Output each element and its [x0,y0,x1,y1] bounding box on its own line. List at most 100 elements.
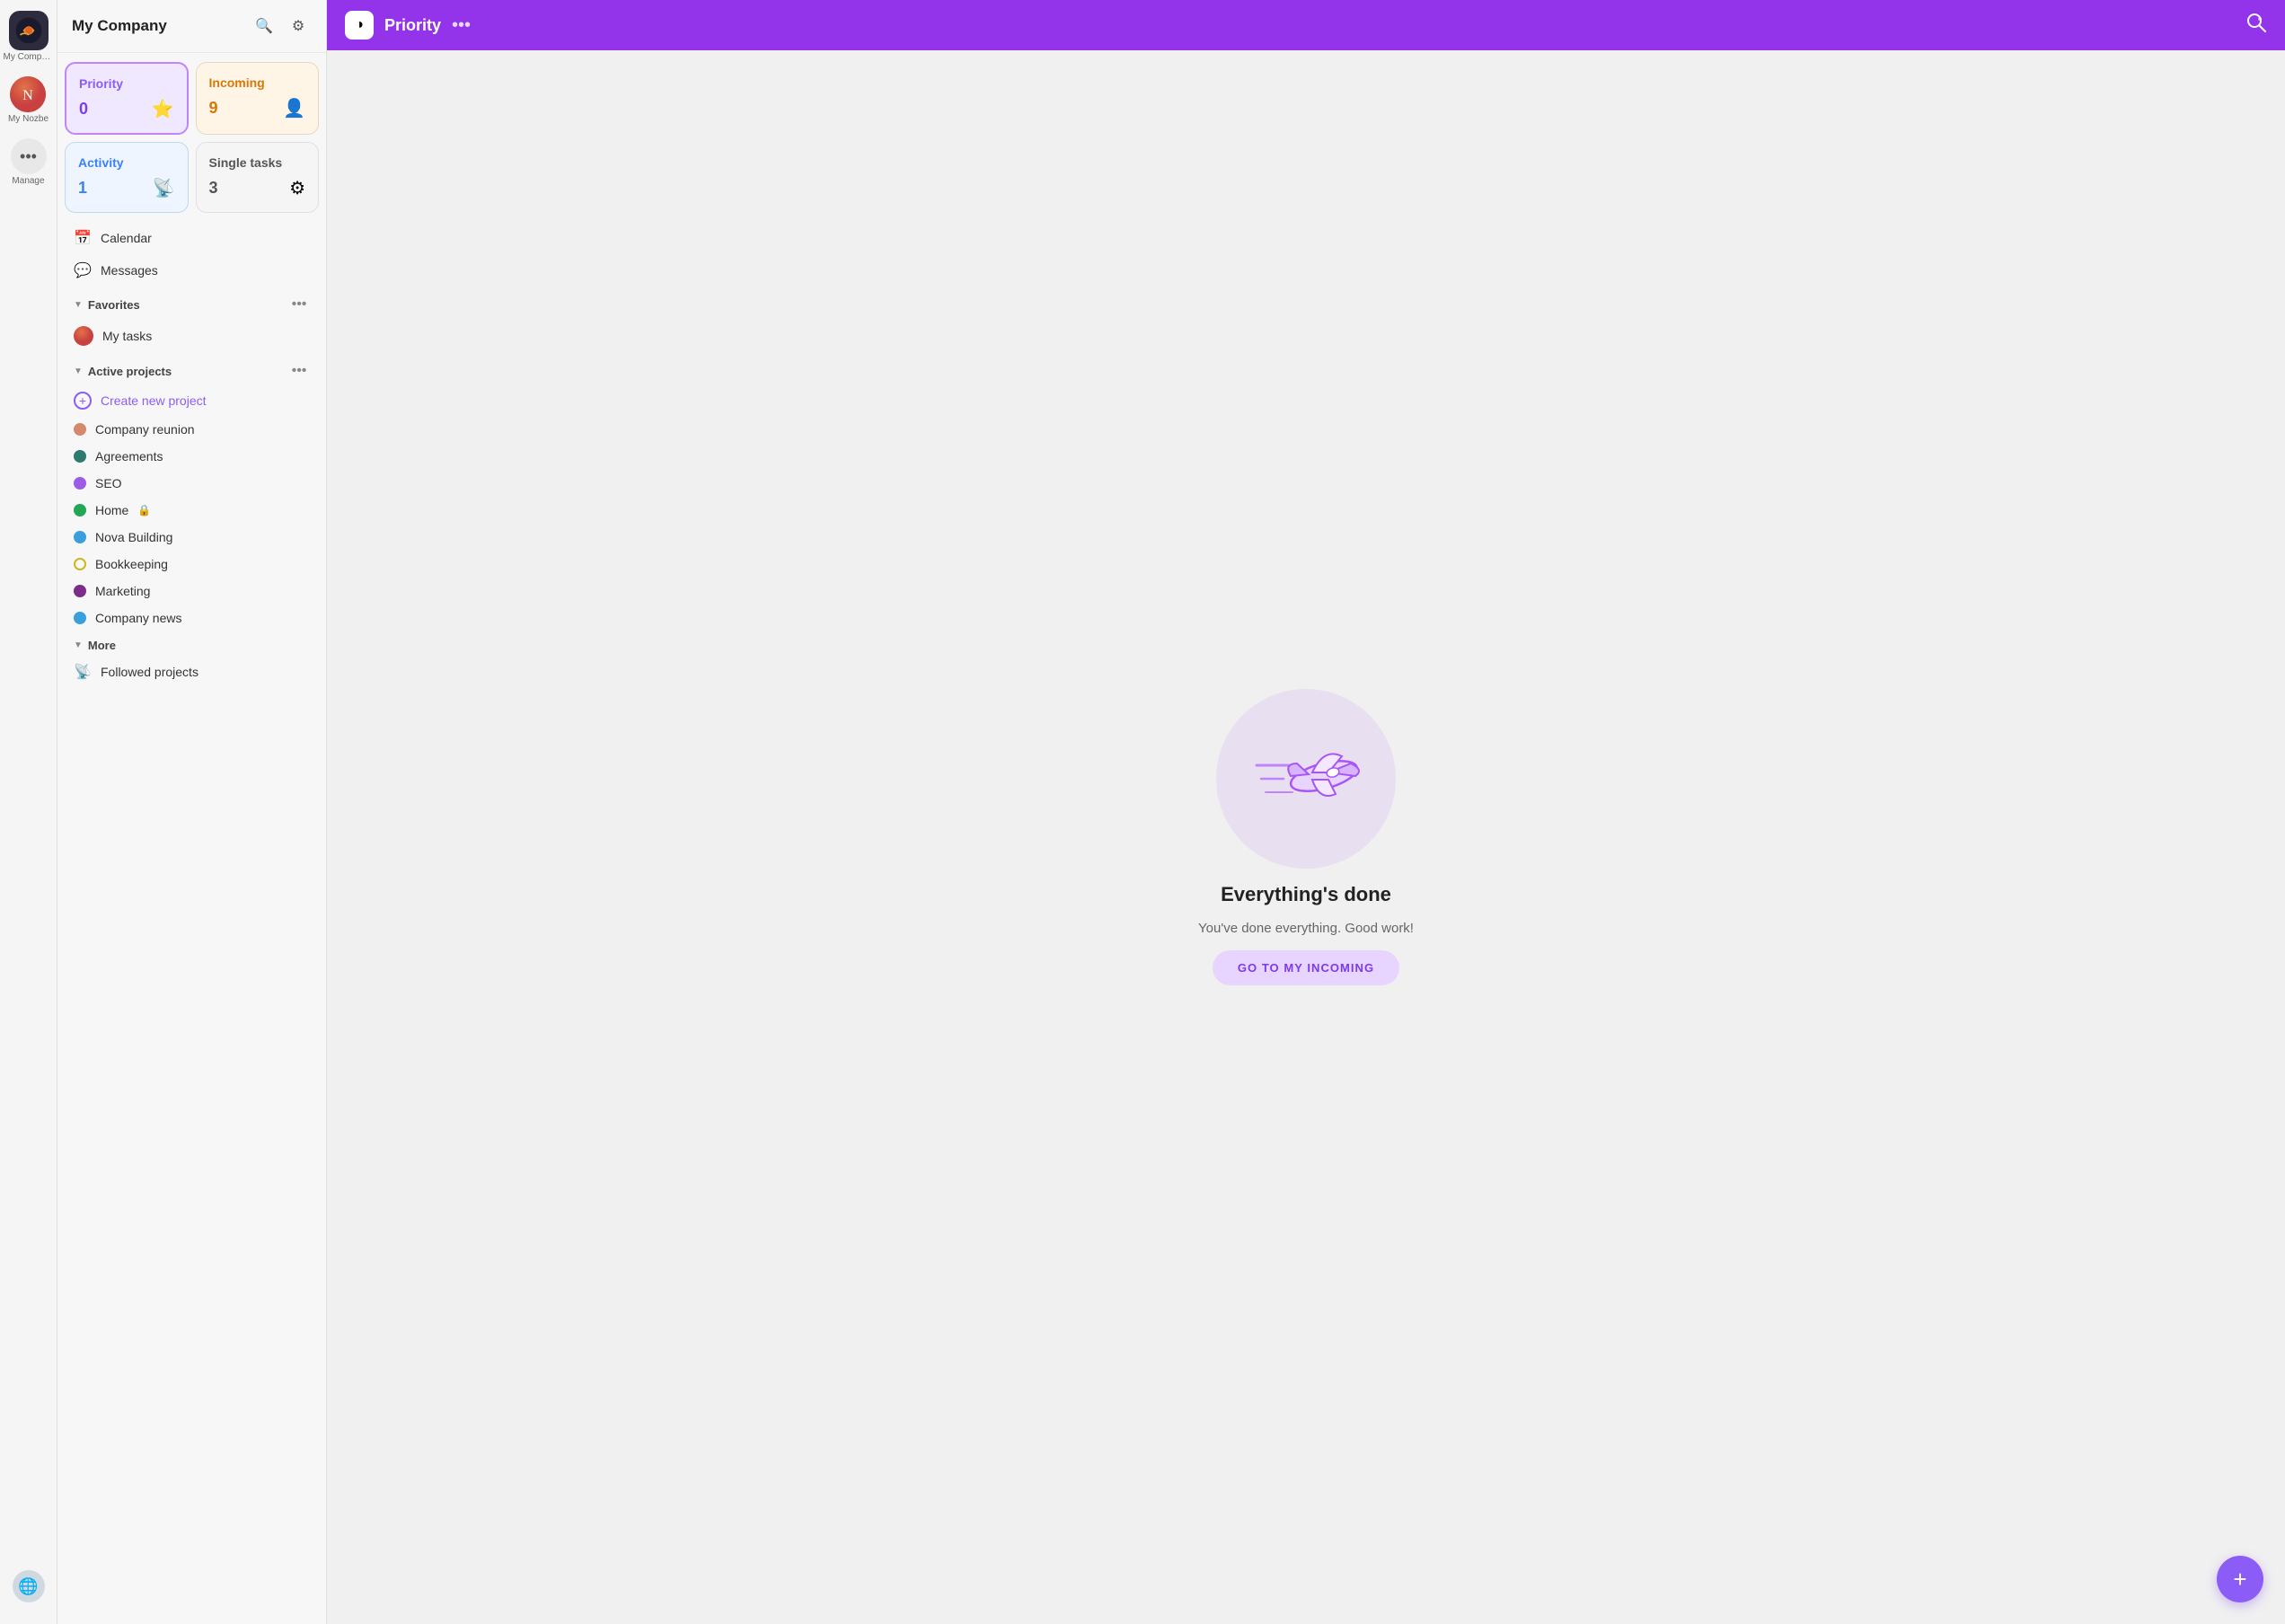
project-home[interactable]: Home 🔒 [65,497,319,524]
rail-manage-item[interactable]: ••• Manage [11,138,47,186]
active-projects-chevron: ▼ [74,366,83,376]
single-tasks-card-label: Single tasks [209,155,306,170]
home-lock-icon: 🔒 [137,504,151,516]
nozbe-label: My Nozbe [8,114,49,124]
app-logo-icon[interactable] [9,11,49,50]
messages-nav-item[interactable]: 💬 Messages [65,254,319,287]
incoming-card-count: 9 [209,99,218,118]
project-dot-bookkeeping [74,558,86,570]
activity-card-count: 1 [78,179,87,198]
project-label-agreements: Agreements [95,449,163,463]
my-tasks-label: My tasks [102,329,152,343]
settings-button[interactable]: ⚙ [285,13,312,40]
rail-app-item[interactable]: My Company [4,11,54,62]
followed-projects-icon: 📡 [74,663,92,681]
incoming-card-label: Incoming [209,75,306,90]
incoming-user-icon: 👤 [283,97,305,119]
plane-illustration [1216,689,1396,869]
favorites-chevron: ▼ [74,300,83,310]
create-new-project-item[interactable]: + Create new project [65,385,319,416]
search-button[interactable]: 🔍 [251,13,278,40]
project-dot-agreements [74,450,86,463]
project-label-nova-building: Nova Building [95,530,172,544]
sidebar-title: My Company [72,17,167,35]
calendar-label: Calendar [101,231,152,245]
my-tasks-nav-item[interactable]: My tasks [65,319,319,353]
create-new-project-label: Create new project [101,393,207,408]
favorites-more-button[interactable]: ••• [288,294,310,315]
favorites-label: Favorites [88,298,140,312]
project-dot-marketing [74,585,86,597]
icon-rail: My Company N My Nozbe ••• Manage 🌐 [0,0,57,1624]
project-dot-nova-building [74,531,86,543]
priority-card-count: 0 [79,100,88,119]
project-nova-building[interactable]: Nova Building [65,524,319,551]
priority-card-footer: 0 ⭐ [79,98,174,120]
single-tasks-card-count: 3 [209,179,218,198]
single-tasks-card[interactable]: Single tasks 3 ⚙ [196,142,320,213]
app-label: My Company [4,52,54,62]
more-chevron: ▼ [74,640,83,650]
active-projects-more-button[interactable]: ••• [288,360,310,382]
manage-icon[interactable]: ••• [11,138,47,174]
my-tasks-avatar [74,326,93,346]
sidebar-content: Priority 0 ⭐ Incoming 9 👤 Activity 1 📡 [57,53,326,1624]
project-marketing[interactable]: Marketing [65,578,319,605]
topbar-logo-icon: ◑ [355,17,364,33]
main-area: ◑ Priority ••• [327,0,2285,1624]
priority-star-icon: ⭐ [152,98,174,120]
empty-title: Everything's done [1221,883,1391,906]
project-dot-home [74,504,86,516]
project-company-news[interactable]: Company news [65,605,319,631]
topbar: ◑ Priority ••• [327,0,2285,50]
messages-icon: 💬 [74,261,92,279]
center-content: Everything's done You've done everything… [327,50,2285,1624]
empty-state: Everything's done You've done everything… [1198,689,1414,985]
activity-card[interactable]: Activity 1 📡 [65,142,189,213]
topbar-title: Priority [384,16,441,35]
followed-projects-nav-item[interactable]: 📡 Followed projects [65,656,319,688]
project-bookkeeping[interactable]: Bookkeeping [65,551,319,578]
rail-nozbe-item[interactable]: N My Nozbe [8,76,49,124]
fab-add-button[interactable]: + [2217,1556,2263,1602]
more-label: More [88,639,116,652]
project-label-home: Home [95,503,128,517]
project-label-seo: SEO [95,476,122,490]
add-project-icon: + [74,392,92,410]
calendar-icon: 📅 [74,229,92,247]
calendar-nav-item[interactable]: 📅 Calendar [65,222,319,254]
single-tasks-card-footer: 3 ⚙ [209,177,306,199]
nozbe-avatar[interactable]: N [10,76,46,112]
project-company-reunion[interactable]: Company reunion [65,416,319,443]
activity-card-label: Activity [78,155,175,170]
project-agreements[interactable]: Agreements [65,443,319,470]
favorites-section-header: ▼ Favorites ••• [65,287,319,319]
project-label-bookkeeping: Bookkeeping [95,557,168,571]
project-dot-seo [74,477,86,490]
priority-card-label: Priority [79,76,174,91]
followed-projects-label: Followed projects [101,665,199,679]
topbar-right [2245,12,2267,39]
go-to-incoming-button[interactable]: GO TO MY INCOMING [1213,950,1399,985]
single-tasks-icon: ⚙ [289,177,305,199]
project-label-company-news: Company news [95,611,182,625]
empty-subtitle: You've done everything. Good work! [1198,921,1414,936]
fab-add-icon: + [2233,1566,2246,1593]
incoming-card[interactable]: Incoming 9 👤 [196,62,320,135]
more-section-header: ▼ More [65,631,319,656]
messages-label: Messages [101,263,158,278]
manage-label: Manage [12,176,44,186]
topbar-search-icon[interactable] [2245,12,2267,39]
svg-text:N: N [23,88,34,103]
active-projects-label: Active projects [88,365,172,378]
sidebar: My Company 🔍 ⚙ Priority 0 ⭐ Incoming 9 👤 [57,0,327,1624]
activity-feed-icon: 📡 [153,177,175,199]
activity-card-footer: 1 📡 [78,177,175,199]
priority-card[interactable]: Priority 0 ⭐ [65,62,189,135]
project-seo[interactable]: SEO [65,470,319,497]
project-dot-company-news [74,612,86,624]
topbar-more-button[interactable]: ••• [452,15,471,36]
sidebar-header-icons: 🔍 ⚙ [251,13,312,40]
project-dot-company-reunion [74,423,86,436]
globe-icon[interactable]: 🌐 [13,1570,45,1602]
